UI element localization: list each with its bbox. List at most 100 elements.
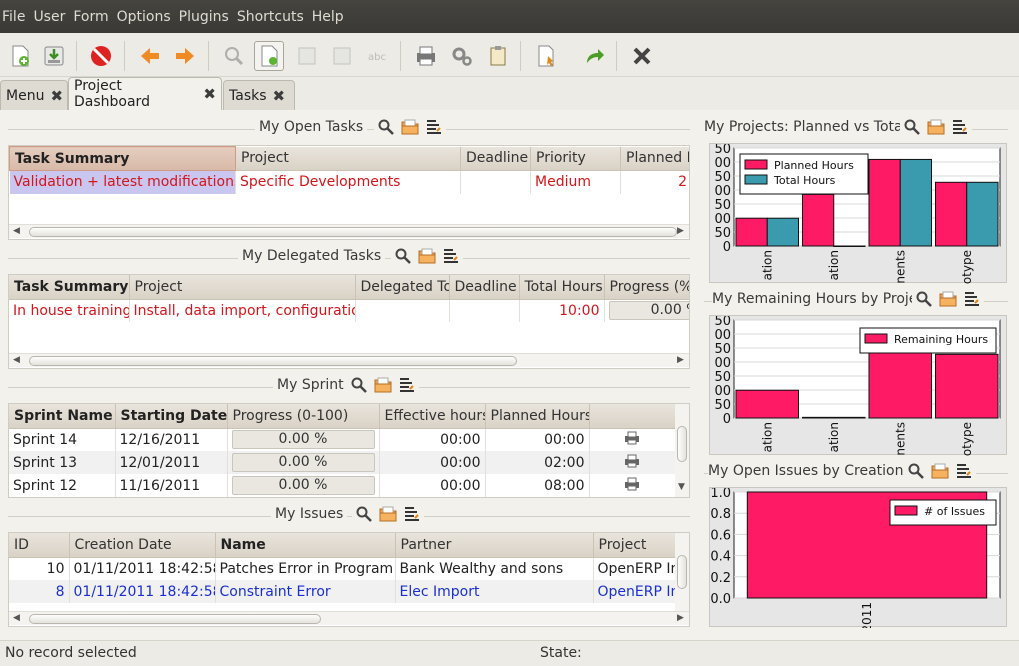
filter-list-icon[interactable] bbox=[442, 247, 460, 265]
vertical-scrollbar[interactable]: ▼ bbox=[675, 404, 689, 497]
column-header-priority[interactable]: Priority bbox=[530, 146, 621, 171]
delegated-to-cell[interactable] bbox=[355, 299, 450, 322]
name-cell[interactable]: Constraint Error bbox=[215, 580, 396, 603]
print-button[interactable] bbox=[589, 451, 676, 474]
column-header-deadline[interactable]: Deadline bbox=[460, 146, 531, 171]
menu-plugins[interactable]: Plugins bbox=[179, 9, 235, 25]
scroll-left-arrow[interactable]: ◀ bbox=[13, 613, 20, 623]
task-summary-cell[interactable]: In house training bbox=[9, 299, 130, 322]
spellcheck-icon[interactable]: abc bbox=[363, 41, 393, 71]
print-button[interactable] bbox=[589, 474, 676, 497]
sprint-name-cell[interactable]: Sprint 14 bbox=[9, 428, 116, 451]
sprint-name-cell[interactable]: Sprint 12 bbox=[9, 474, 116, 497]
planned-hours-cell[interactable]: 08:00 bbox=[485, 474, 590, 497]
scroll-thumb[interactable] bbox=[677, 426, 687, 462]
effective-hours-cell[interactable]: 00:00 bbox=[379, 428, 486, 451]
starting-date-cell[interactable]: 12/01/2011 bbox=[115, 451, 228, 474]
close-tab-icon[interactable]: ✖ bbox=[50, 87, 63, 105]
effective-hours-cell[interactable]: 00:00 bbox=[379, 451, 486, 474]
sprint-name-cell[interactable]: Sprint 13 bbox=[9, 451, 116, 474]
filter-list-icon[interactable] bbox=[425, 118, 443, 136]
id-cell[interactable]: 10 bbox=[9, 557, 70, 580]
document-actions-icon[interactable] bbox=[531, 41, 561, 71]
project-cell[interactable]: Specific Developments bbox=[235, 170, 461, 194]
next-arrow-icon[interactable] bbox=[170, 41, 200, 71]
new-document-icon[interactable] bbox=[5, 41, 35, 71]
horizontal-scrollbar[interactable]: ◀ ▶ bbox=[9, 224, 689, 238]
creation-date-cell[interactable]: 01/11/2011 18:42:58 bbox=[69, 557, 216, 580]
tab-tasks[interactable]: Tasks ✖ bbox=[223, 80, 295, 110]
search-icon[interactable] bbox=[903, 118, 921, 136]
scroll-right-arrow[interactable]: ▶ bbox=[677, 355, 684, 365]
tab-menu[interactable]: Menu ✖ bbox=[0, 80, 68, 110]
menu-help[interactable]: Help bbox=[312, 9, 350, 25]
column-header-name[interactable]: Name bbox=[215, 533, 396, 558]
open-folder-icon[interactable] bbox=[931, 462, 949, 480]
priority-cell[interactable]: Medium bbox=[530, 170, 621, 194]
open-folder-icon[interactable] bbox=[939, 290, 957, 308]
table-row[interactable]: In house training Install, data import, … bbox=[9, 299, 689, 322]
column-header-task-summary[interactable]: Task Summary bbox=[9, 146, 236, 171]
partner-cell[interactable]: Elec Import bbox=[395, 580, 594, 603]
previous-arrow-icon[interactable] bbox=[135, 41, 165, 71]
search-icon[interactable] bbox=[394, 247, 412, 265]
table-row[interactable]: Sprint 14 12/16/2011 0.00 % 00:00 00:00 bbox=[9, 428, 676, 451]
column-header-task-summary[interactable]: Task Summary bbox=[9, 275, 130, 300]
open-folder-icon[interactable] bbox=[374, 376, 392, 394]
table-row[interactable]: 8 01/11/2011 18:42:58 Constraint Error E… bbox=[9, 580, 689, 603]
save-icon[interactable] bbox=[39, 41, 69, 71]
deadline-cell[interactable] bbox=[449, 299, 520, 322]
effective-hours-cell[interactable]: 00:00 bbox=[379, 474, 486, 497]
close-tab-icon[interactable]: ✖ bbox=[273, 87, 286, 105]
menu-form[interactable]: Form bbox=[73, 9, 114, 25]
action-gears-icon[interactable] bbox=[447, 41, 477, 71]
name-cell[interactable]: Patches Error in Program bbox=[215, 557, 396, 580]
column-header-planned-hours[interactable]: Planned Hours bbox=[485, 404, 590, 429]
column-header-total-hours[interactable]: Total Hours bbox=[519, 275, 605, 300]
column-header-progress[interactable]: Progress (%) bbox=[604, 275, 689, 300]
search-icon[interactable] bbox=[377, 118, 395, 136]
open-folder-icon[interactable] bbox=[418, 247, 436, 265]
table-row[interactable]: Validation + latest modifications. Speci… bbox=[9, 170, 689, 194]
horizontal-scrollbar[interactable]: ◀ ▶ bbox=[9, 611, 689, 625]
menu-options[interactable]: Options bbox=[117, 9, 177, 25]
scroll-right-arrow[interactable]: ▶ bbox=[677, 226, 684, 236]
starting-date-cell[interactable]: 12/16/2011 bbox=[115, 428, 228, 451]
menu-shortcuts[interactable]: Shortcuts bbox=[237, 9, 310, 25]
menu-file[interactable]: File bbox=[2, 9, 31, 25]
print-button[interactable] bbox=[589, 428, 676, 451]
column-header-sprint-name[interactable]: Sprint Name bbox=[9, 404, 116, 429]
column-header-starting-date[interactable]: Starting Date bbox=[115, 404, 228, 429]
attachment-icon[interactable] bbox=[483, 41, 513, 71]
scroll-thumb[interactable] bbox=[677, 555, 687, 589]
filter-list-icon[interactable] bbox=[963, 290, 981, 308]
table-row[interactable]: Sprint 12 11/16/2011 0.00 % 00:00 08:00 bbox=[9, 474, 676, 497]
scroll-thumb[interactable] bbox=[29, 356, 517, 366]
starting-date-cell[interactable]: 11/16/2011 bbox=[115, 474, 228, 497]
graph-view-icon[interactable] bbox=[327, 41, 357, 71]
column-header-effective-hours[interactable]: Effective hours bbox=[379, 404, 486, 429]
column-header-id[interactable]: ID bbox=[9, 533, 70, 558]
scroll-thumb[interactable] bbox=[29, 227, 677, 237]
column-header-delegated-to[interactable]: Delegated To bbox=[355, 275, 450, 300]
table-row[interactable]: Sprint 13 12/01/2011 0.00 % 00:00 02:00 bbox=[9, 451, 676, 474]
print-icon[interactable] bbox=[411, 41, 441, 71]
column-header-partner[interactable]: Partner bbox=[395, 533, 594, 558]
filter-list-icon[interactable] bbox=[398, 376, 416, 394]
scroll-thumb[interactable] bbox=[29, 614, 321, 624]
column-header-project[interactable]: Project bbox=[235, 146, 461, 171]
search-icon[interactable] bbox=[355, 505, 373, 523]
planned-hours-cell[interactable]: 02:00 bbox=[485, 451, 590, 474]
id-cell[interactable]: 8 bbox=[9, 580, 70, 603]
filter-list-icon[interactable] bbox=[403, 505, 421, 523]
creation-date-cell[interactable]: 01/11/2011 18:42:58 bbox=[69, 580, 216, 603]
filter-list-icon[interactable] bbox=[951, 118, 969, 136]
close-icon[interactable] bbox=[627, 41, 657, 71]
search-icon[interactable] bbox=[907, 462, 925, 480]
partner-cell[interactable]: Bank Wealthy and sons bbox=[395, 557, 594, 580]
column-header-project[interactable]: Project bbox=[129, 275, 356, 300]
planned-hours-cell[interactable]: 00:00 bbox=[485, 428, 590, 451]
total-hours-cell[interactable]: 10:00 bbox=[519, 299, 605, 322]
list-view-icon[interactable] bbox=[292, 41, 322, 71]
search-icon[interactable] bbox=[915, 290, 933, 308]
